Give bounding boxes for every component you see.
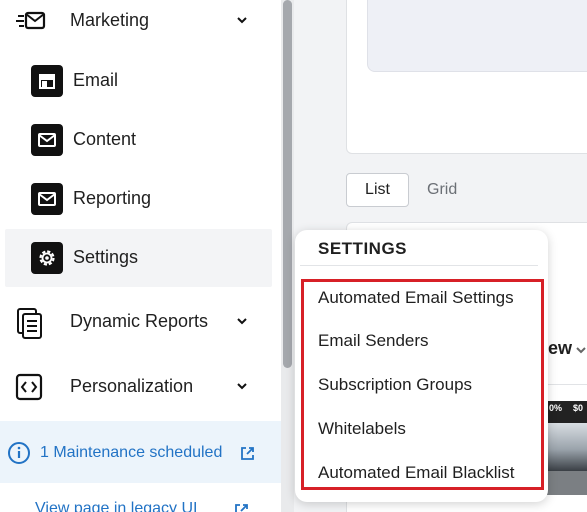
scrollbar-thumb[interactable] [283, 0, 292, 368]
sidebar-subitem-content[interactable]: Content [5, 111, 272, 169]
thumbnail-tag: 0% [549, 403, 563, 413]
chevron-down-icon[interactable] [574, 343, 587, 357]
storefront-icon [31, 65, 63, 97]
sidebar-subitem-reporting[interactable]: Reporting [5, 170, 272, 228]
chevron-down-icon[interactable] [234, 313, 250, 329]
sidebar-item-dynamic-reports[interactable]: Dynamic Reports [0, 301, 281, 341]
sidebar-item-marketing[interactable]: Marketing [0, 0, 281, 40]
sidebar-item-label: Personalization [70, 375, 194, 396]
mail-icon [31, 124, 63, 156]
mail-icon [31, 183, 63, 215]
sidebar-subitem-label: Content [73, 129, 137, 149]
info-icon [7, 441, 31, 465]
sidebar-item-label: Dynamic Reports [70, 310, 209, 331]
popover-title: SETTINGS [318, 239, 408, 258]
megaphone-mail-icon [14, 6, 46, 36]
menu-item-subscription-groups[interactable]: Subscription Groups [318, 375, 472, 395]
chevron-down-icon[interactable] [234, 378, 250, 394]
menu-item-whitelabels[interactable]: Whitelabels [318, 419, 406, 439]
road-image [547, 471, 587, 495]
settings-popover: SETTINGS [295, 230, 548, 502]
sidebar-subitem-label: Settings [73, 247, 139, 267]
grid-view-button[interactable]: Grid [427, 181, 457, 199]
gear-icon [31, 242, 63, 274]
email-thumbnail[interactable]: 0% $0 [547, 401, 587, 495]
maintenance-banner[interactable]: 1 Maintenance scheduled [0, 421, 294, 483]
menu-item-automated-email-settings[interactable]: Automated Email Settings [318, 288, 514, 308]
view-dropdown-label[interactable]: ew [548, 338, 572, 359]
document-icon [14, 307, 44, 339]
list-view-button[interactable]: List [346, 173, 409, 207]
code-window-icon [14, 372, 44, 402]
menu-item-automated-email-blacklist[interactable]: Automated Email Blacklist [318, 463, 515, 483]
divider [300, 265, 538, 266]
chevron-down-icon[interactable] [234, 12, 250, 28]
sidebar-item-label: Marketing [70, 9, 150, 30]
sidebar-subitem-label: Email [73, 70, 119, 90]
maintenance-text[interactable]: 1 Maintenance scheduled [40, 444, 222, 462]
legacy-ui-link[interactable]: View page in legacy UI [35, 500, 197, 512]
sidebar-item-personalization[interactable]: Personalization [0, 366, 281, 406]
divider [547, 384, 587, 385]
menu-item-email-senders[interactable]: Email Senders [318, 331, 429, 351]
external-link-icon[interactable] [239, 445, 256, 462]
preview-panel [367, 0, 587, 72]
sidebar-subitem-email[interactable]: Email [5, 52, 272, 110]
sidebar-subitem-label: Reporting [73, 188, 152, 208]
thumbnail-tag: $0 [573, 403, 584, 413]
sidebar-scrollbar[interactable] [281, 0, 294, 512]
external-link-icon[interactable] [233, 502, 250, 512]
car-image [547, 423, 587, 471]
sidebar-subitem-settings[interactable]: Settings [5, 229, 272, 287]
